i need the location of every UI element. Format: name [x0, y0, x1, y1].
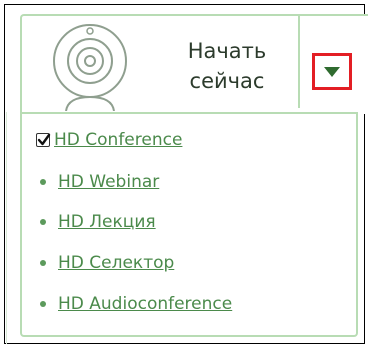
bullet-icon	[40, 260, 46, 266]
menu-item-hd-audioconference[interactable]: HD Audioconference	[36, 289, 232, 319]
menu-item-hd-webinar[interactable]: HD Webinar	[36, 167, 159, 197]
triangle-down-icon	[324, 66, 340, 77]
conference-type-menu: HD Conference HD Webinar HD Лекция HD Се…	[20, 112, 358, 337]
bullet-icon	[40, 219, 46, 225]
menu-item-hd-lecture[interactable]: HD Лекция	[36, 207, 156, 237]
start-now-label-line2: сейчас	[189, 69, 265, 93]
start-now-label[interactable]: Начать сейчас	[157, 36, 297, 96]
menu-item-hd-conference[interactable]: HD Conference	[36, 125, 182, 155]
webcam-icon	[53, 24, 127, 111]
menu-item-link[interactable]: HD Лекция	[58, 212, 156, 232]
panel-divider	[298, 16, 300, 108]
bullet-icon	[40, 301, 46, 307]
menu-item-hd-selector[interactable]: HD Селектор	[36, 248, 174, 278]
checkbox-checked-icon[interactable]	[36, 133, 51, 147]
dropdown-toggle-button[interactable]	[312, 53, 352, 90]
start-now-label-line1: Начать	[187, 39, 267, 63]
start-now-panel[interactable]: Начать сейчас	[20, 14, 368, 114]
menu-item-link[interactable]: HD Conference	[54, 130, 182, 150]
bullet-icon	[40, 179, 46, 185]
menu-item-link[interactable]: HD Audioconference	[58, 294, 232, 314]
menu-item-link[interactable]: HD Селектор	[58, 253, 174, 273]
menu-item-link[interactable]: HD Webinar	[58, 172, 159, 192]
left-divider	[6, 112, 7, 344]
